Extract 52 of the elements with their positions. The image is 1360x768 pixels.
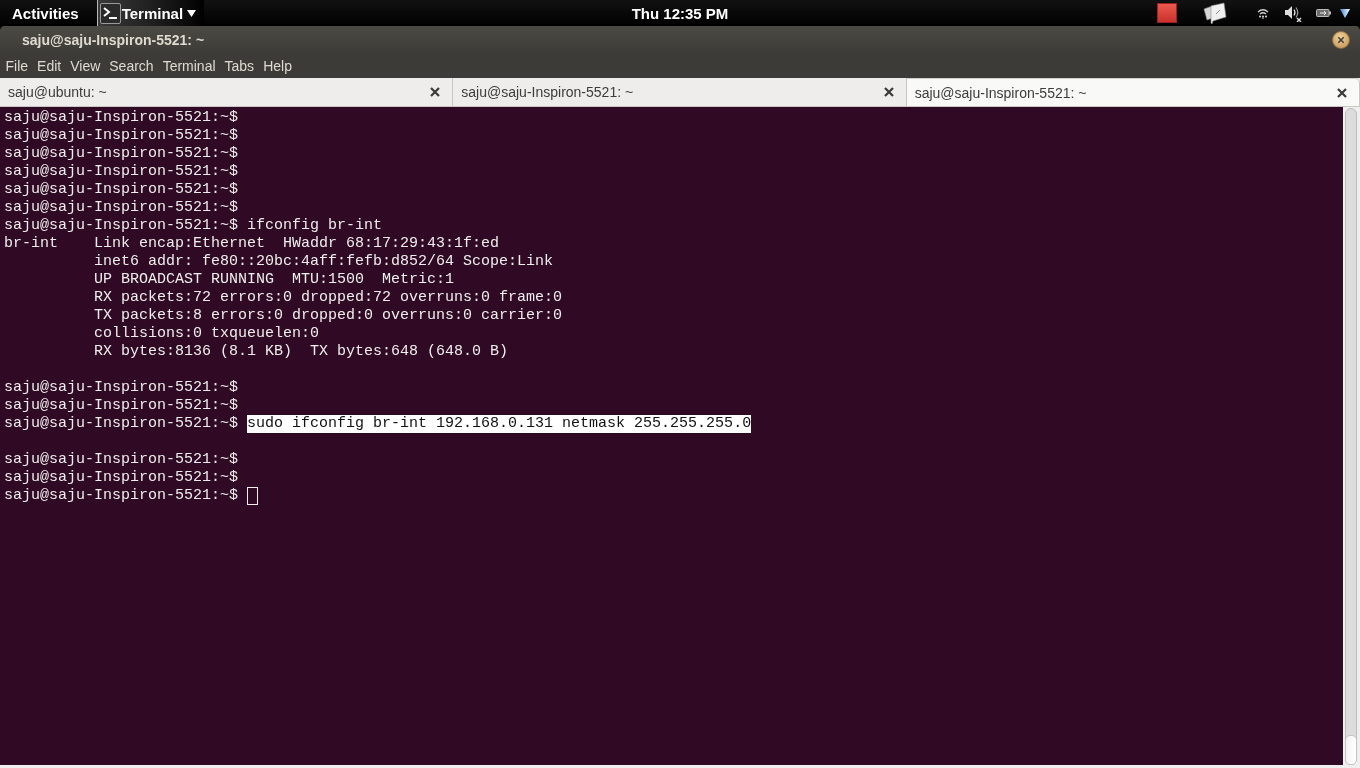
clock-button[interactable]: Thu 12:35 PM [627, 0, 733, 26]
output-text: TX packets:8 errors:0 dropped:0 overruns:0 carrier:0 [93, 307, 563, 325]
triangle-icon[interactable] [1340, 8, 1350, 18]
prompt-text: saju@saju-Inspiron-5521:~$ [4, 397, 239, 415]
activities-button[interactable]: Activities [6, 0, 85, 26]
window-close-button[interactable] [1332, 31, 1350, 49]
close-icon [430, 87, 441, 97]
output-text: RX bytes:8136 (8.1 KB) TX bytes:648 (648.0 B) [93, 343, 509, 361]
prompt-text: saju@saju-Inspiron-5521:~$ [4, 181, 239, 199]
battery-icon[interactable] [1316, 9, 1331, 17]
output-text: RX packets:72 errors:0 dropped:72 overruns:0 frame:0 [93, 289, 563, 307]
tab-close-button[interactable] [1337, 87, 1347, 98]
output-text: UP BROADCAST RUNNING MTU:1500 Metric:1 [93, 271, 455, 289]
caret-icon [187, 9, 197, 17]
output-text: collisions:0 txqueuelen:0 [93, 325, 320, 343]
close-icon [1337, 87, 1347, 98]
command-text: sudo ifconfig br-int 192.168.0.131 netmask 255.255.255.0 [247, 415, 752, 433]
menu-item[interactable]: Edit [32, 56, 66, 76]
menu-item[interactable]: Tabs [220, 56, 259, 76]
menu-item[interactable]: Terminal [158, 56, 221, 76]
prompt-text: saju@saju-Inspiron-5521:~$ [4, 163, 239, 181]
close-icon [1332, 31, 1350, 49]
network-icon[interactable] [1257, 7, 1269, 19]
app-menu-button[interactable]: Terminal [96, 0, 205, 26]
terminal-pane[interactable] [0, 107, 1343, 765]
command-text: ifconfig br-int [247, 217, 383, 235]
prompt-text: saju@saju-Inspiron-5521:~$ [4, 199, 239, 217]
terminal-icon [99, 2, 121, 24]
output-text: br-int Link encap:Ethernet HWaddr 68:17:29:43:1f:ed [4, 235, 500, 253]
prompt-text: saju@saju-Inspiron-5521:~$ [4, 451, 239, 469]
prompt-text: saju@saju-Inspiron-5521:~$ [4, 145, 239, 163]
close-icon [883, 87, 894, 97]
scrollbar-track[interactable] [1344, 108, 1357, 765]
menu-item[interactable]: View [65, 56, 105, 76]
scrollbar-thumb[interactable] [1344, 735, 1357, 765]
menu-item[interactable]: File [1, 56, 33, 76]
tab[interactable]: saju@saju-Inspiron-5521: ~ [906, 78, 1360, 106]
menu-item[interactable]: Help [258, 56, 297, 76]
output-text: inet6 addr: fe80::20bc:4aff:fefb:d852/64 Scope:Link [93, 253, 554, 271]
prompt-text: saju@saju-Inspiron-5521:~$ [4, 415, 239, 433]
prompt-text: saju@saju-Inspiron-5521:~$ [4, 217, 239, 235]
menu-item[interactable]: Search [104, 56, 159, 76]
tab-close-button[interactable] [430, 87, 441, 97]
tab-close-button[interactable] [883, 87, 894, 97]
volume-muted-icon[interactable] [1285, 4, 1302, 22]
prompt-text: saju@saju-Inspiron-5521:~$ [4, 487, 239, 505]
window-title: saju@saju-Inspiron-5521: ~ [22, 32, 205, 48]
prompt-text: saju@saju-Inspiron-5521:~$ [4, 469, 239, 487]
prompt-text: saju@saju-Inspiron-5521:~$ [4, 127, 239, 145]
prompt-text: saju@saju-Inspiron-5521:~$ [4, 379, 239, 397]
papers-icon[interactable] [1203, 2, 1227, 24]
prompt-text: saju@saju-Inspiron-5521:~$ [4, 109, 239, 127]
